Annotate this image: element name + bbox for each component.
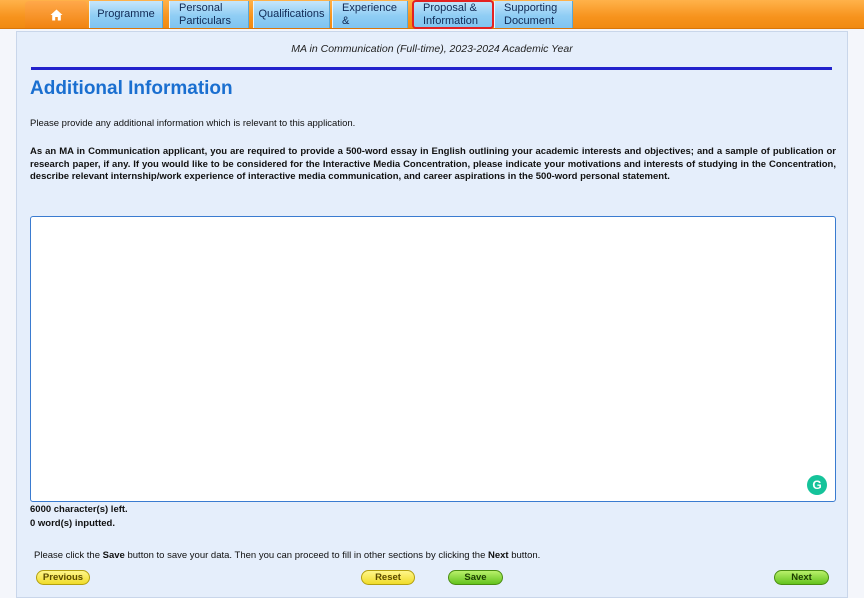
tab-experience[interactable]: Experience &	[332, 1, 408, 28]
top-navigation-bar: Programme Personal Particulars Qualifica…	[0, 0, 864, 29]
tab-qualifications[interactable]: Qualifications	[253, 1, 330, 28]
intro-text: Please provide any additional informatio…	[30, 118, 356, 129]
home-tab[interactable]	[25, 1, 87, 28]
word-count: 0 word(s) inputted.	[30, 518, 115, 529]
grammarly-icon[interactable]: G	[807, 475, 827, 495]
tab-personal-particulars[interactable]: Personal Particulars	[169, 1, 249, 28]
home-icon	[50, 9, 62, 20]
main-panel: MA in Communication (Full-time), 2023-20…	[16, 31, 848, 598]
next-button[interactable]: Next	[774, 570, 829, 585]
save-button[interactable]: Save	[448, 570, 503, 585]
tab-supporting-document[interactable]: Supporting Document	[494, 1, 573, 28]
page-title: Additional Information	[30, 78, 233, 99]
essay-instructions: As an MA in Communication applicant, you…	[30, 146, 836, 182]
divider	[31, 67, 832, 70]
tab-programme[interactable]: Programme	[89, 1, 163, 28]
programme-subtitle: MA in Communication (Full-time), 2023-20…	[291, 43, 573, 55]
save-instruction: Please click the Save button to save you…	[34, 550, 541, 561]
characters-left-counter: 6000 character(s) left.	[30, 504, 128, 515]
reset-button[interactable]: Reset	[361, 570, 415, 585]
essay-textarea[interactable]	[30, 216, 836, 502]
tab-proposal-information[interactable]: Proposal & Information	[412, 0, 494, 29]
previous-button[interactable]: Previous	[36, 570, 90, 585]
